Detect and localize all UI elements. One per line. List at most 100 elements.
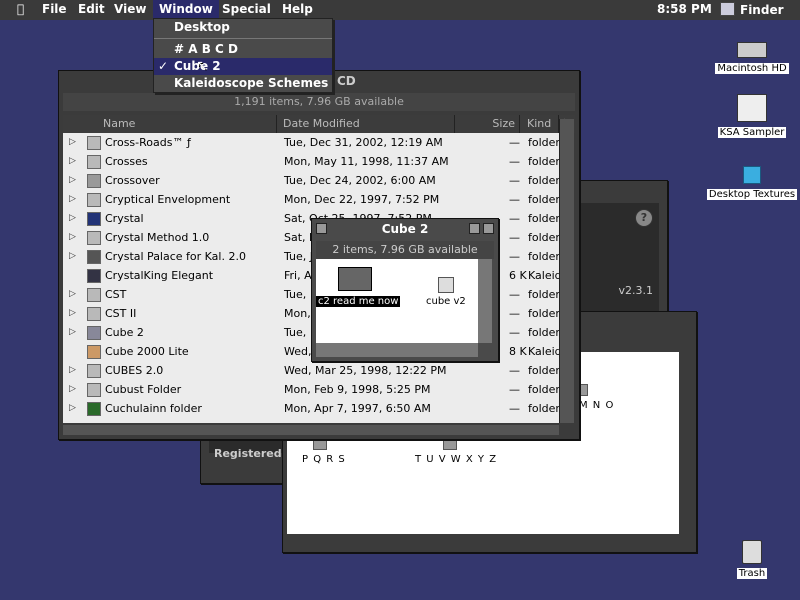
desktop-icon-trash[interactable]: Trash bbox=[702, 540, 800, 579]
list-item[interactable]: ▷ Crossover Tue, Dec 24, 2002, 6:00 AM —… bbox=[63, 171, 559, 190]
disclosure-triangle-icon[interactable]: ▷ bbox=[69, 209, 76, 228]
menu-edit[interactable]: Edit bbox=[78, 2, 105, 16]
item-size: — bbox=[509, 174, 520, 187]
menu-separator bbox=[154, 38, 332, 39]
vertical-scrollbar[interactable] bbox=[559, 119, 574, 423]
disclosure-triangle-icon[interactable]: ▷ bbox=[69, 285, 76, 304]
item-label[interactable]: c2 read me now bbox=[316, 296, 401, 307]
item-kind: folder bbox=[528, 155, 559, 168]
vertical-scrollbar[interactable] bbox=[478, 259, 492, 343]
item-name: Crystal bbox=[105, 212, 144, 225]
list-item[interactable]: ▷ CUBES 2.0 Wed, Mar 25, 1998, 12:22 PM … bbox=[63, 361, 559, 380]
horizontal-scrollbar[interactable] bbox=[63, 425, 559, 435]
cube-icon bbox=[743, 166, 761, 184]
desktop-icon-ksa-sampler[interactable]: KSA Sampler bbox=[702, 94, 800, 138]
apple-menu-icon[interactable]:  bbox=[17, 2, 24, 16]
item-date: Mon, bbox=[284, 307, 311, 320]
menu-item-abcd[interactable]: # A B C D bbox=[154, 41, 332, 58]
item-kind: folder bbox=[528, 231, 559, 244]
item-kind: folder bbox=[528, 136, 559, 149]
desktop-icon-label: Macintosh HD bbox=[715, 63, 789, 74]
disclosure-triangle-icon[interactable]: ▷ bbox=[69, 247, 76, 266]
item-date: Mon, May 11, 1998, 11:37 AM bbox=[284, 155, 449, 168]
version-label: v2.3.1 bbox=[618, 284, 654, 297]
disclosure-triangle-icon[interactable]: ▷ bbox=[69, 228, 76, 247]
desktop-icon-label: Desktop Textures bbox=[706, 189, 798, 200]
list-item[interactable]: ▷ Cubust Folder Mon, Feb 9, 1998, 5:25 P… bbox=[63, 380, 559, 399]
item-size: — bbox=[509, 402, 520, 415]
column-header-date[interactable]: Date Modified bbox=[278, 115, 455, 133]
document-icon[interactable] bbox=[338, 267, 372, 291]
list-item[interactable]: ▷ Cross-Roads™ ƒ Tue, Dec 31, 2002, 12:1… bbox=[63, 133, 559, 152]
menu-item-cube-2[interactable]: ✓ Cube 2 bbox=[154, 58, 332, 75]
item-size: — bbox=[509, 136, 520, 149]
column-header-size[interactable]: Size bbox=[456, 115, 520, 133]
menu-item-kaleidoscope-schemes[interactable]: Kaleidoscope Schemes bbox=[154, 75, 332, 92]
desktop-icon-macintosh-hd[interactable]: Macintosh HD bbox=[702, 42, 800, 74]
item-date: Mon, Dec 22, 1997, 7:52 PM bbox=[284, 193, 440, 206]
list-item[interactable]: ▷ Cryptical Envelopment Mon, Dec 22, 199… bbox=[63, 190, 559, 209]
folder-icon bbox=[87, 174, 101, 188]
item-kind: folder bbox=[528, 364, 559, 377]
collapse-box-icon[interactable] bbox=[483, 223, 494, 234]
menu-view[interactable]: View bbox=[114, 2, 146, 16]
desktop-icon-label: KSA Sampler bbox=[717, 127, 787, 138]
cube-icon[interactable] bbox=[438, 277, 454, 293]
disclosure-triangle-icon[interactable]: ▷ bbox=[69, 323, 76, 342]
item-name: CST II bbox=[105, 307, 137, 320]
cube-icon bbox=[87, 288, 101, 302]
item-kind: folder bbox=[528, 326, 559, 339]
item-kind: folder bbox=[528, 174, 559, 187]
cube-2-window[interactable]: Cube 2 2 items, 7.96 GB available c2 rea… bbox=[311, 218, 499, 362]
item-date: Tue, bbox=[284, 326, 307, 339]
menu-bar:  File Edit View Window Special Help 8:5… bbox=[0, 0, 800, 20]
menubar-clock[interactable]: 8:58 PM bbox=[657, 2, 712, 16]
disclosure-triangle-icon[interactable]: ▷ bbox=[69, 304, 76, 323]
desktop-icon-desktop-textures[interactable]: Desktop Textures bbox=[702, 166, 800, 200]
menu-file[interactable]: File bbox=[42, 2, 67, 16]
list-item[interactable]: ▷ Cuchulainn folder Mon, Apr 7, 1997, 6:… bbox=[63, 399, 559, 418]
item-date: Tue, J bbox=[284, 250, 314, 263]
mouse-cursor-icon: ↖ bbox=[196, 58, 208, 74]
window-status-bar: 2 items, 7.96 GB available bbox=[316, 241, 494, 259]
item-date: Mon, Apr 7, 1997, 6:50 AM bbox=[284, 402, 431, 415]
menu-help[interactable]: Help bbox=[282, 2, 313, 16]
zoom-box-icon[interactable] bbox=[469, 223, 480, 234]
item-label[interactable]: cube v2 bbox=[426, 296, 466, 307]
disclosure-triangle-icon[interactable]: ▷ bbox=[69, 361, 76, 380]
item-kind: folder bbox=[528, 288, 559, 301]
menu-special[interactable]: Special bbox=[222, 2, 271, 16]
window-title-bar[interactable]: Cube 2 bbox=[312, 219, 498, 239]
cube-icon bbox=[87, 155, 101, 169]
list-item[interactable]: ▷ Crosses Mon, May 11, 1998, 11:37 AM — … bbox=[63, 152, 559, 171]
item-name: Cube 2 bbox=[105, 326, 144, 339]
cube-icon bbox=[87, 307, 101, 321]
disclosure-triangle-icon[interactable]: ▷ bbox=[69, 190, 76, 209]
menu-item-desktop[interactable]: Desktop bbox=[154, 19, 332, 36]
disclosure-triangle-icon[interactable]: ▷ bbox=[69, 399, 76, 418]
item-date: Tue, Dec 24, 2002, 6:00 AM bbox=[284, 174, 436, 187]
hard-disk-icon bbox=[737, 42, 767, 58]
cube-icon bbox=[87, 326, 101, 340]
item-name: Crossover bbox=[105, 174, 160, 187]
disclosure-triangle-icon[interactable]: ▷ bbox=[69, 152, 76, 171]
disclosure-triangle-icon[interactable]: ▷ bbox=[69, 133, 76, 152]
column-header-row: Name Date Modified Size Kind bbox=[63, 115, 575, 133]
menu-window[interactable]: Window bbox=[153, 0, 219, 20]
disclosure-triangle-icon[interactable]: ▷ bbox=[69, 380, 76, 399]
horizontal-scrollbar[interactable] bbox=[316, 343, 478, 357]
help-icon[interactable]: ? bbox=[635, 209, 653, 227]
column-header-kind[interactable]: Kind bbox=[521, 115, 559, 133]
item-name: CST bbox=[105, 288, 127, 301]
window-title: CD bbox=[337, 74, 356, 88]
scheme-label-mno: M N O bbox=[579, 400, 615, 411]
item-size: — bbox=[509, 383, 520, 396]
item-size: — bbox=[509, 326, 520, 339]
item-name: Cube 2000 Lite bbox=[105, 345, 189, 358]
application-menu[interactable]: Finder bbox=[720, 2, 784, 17]
disclosure-triangle-icon[interactable]: ▷ bbox=[69, 171, 76, 190]
item-size: — bbox=[509, 193, 520, 206]
cube-icon bbox=[87, 193, 101, 207]
item-name: Cryptical Envelopment bbox=[105, 193, 231, 206]
column-header-name[interactable]: Name bbox=[63, 115, 277, 133]
